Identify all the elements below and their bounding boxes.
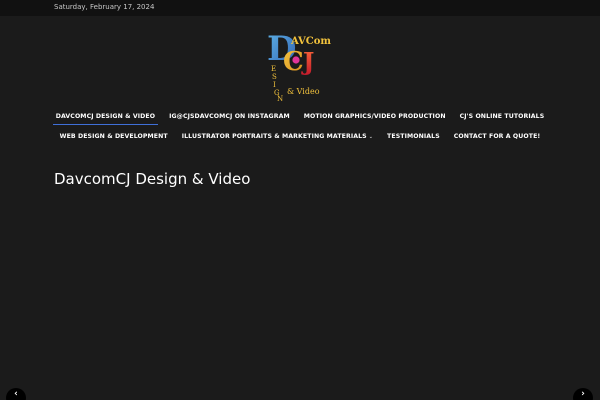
svg-text:S: S xyxy=(272,73,277,81)
current-date: Saturday, February 17, 2024 xyxy=(54,3,155,11)
davcom-logo-icon: D C J AVCom E S I G N & Video xyxy=(267,29,331,102)
chevron-down-icon: ⌄ xyxy=(368,134,374,140)
nav-item-web-design[interactable]: WEB DESIGN & DEVELOPMENT xyxy=(53,130,175,145)
svg-text:I: I xyxy=(273,81,276,89)
nav-item-illustrator-portraits[interactable]: ILLUSTRATOR PORTRAITS & MARKETING MATERI… xyxy=(175,130,380,145)
slider-next-button[interactable]: › xyxy=(573,388,593,400)
svg-text:N: N xyxy=(277,95,283,102)
nav-item-instagram[interactable]: IG@CJSDAVCOMCJ ON INSTAGRAM xyxy=(162,110,297,125)
svg-text:E: E xyxy=(271,65,276,73)
top-bar: Saturday, February 17, 2024 xyxy=(0,0,600,16)
main-nav-row-1: DAVCOMCJ DESIGN & VIDEO IG@CJSDAVCOMCJ O… xyxy=(0,110,600,125)
slider-prev-button[interactable]: ‹ xyxy=(6,388,26,400)
main-nav-row-2: WEB DESIGN & DEVELOPMENT ILLUSTRATOR POR… xyxy=(0,130,600,145)
nav-item-contact-quote[interactable]: CONTACT FOR A QUOTE! xyxy=(447,130,548,145)
nav-item-motion-graphics[interactable]: MOTION GRAPHICS/VIDEO PRODUCTION xyxy=(297,110,453,125)
nav-item-online-tutorials[interactable]: CJ'S ONLINE TUTORIALS xyxy=(453,110,552,125)
nav-item-illustrator-portraits-label: ILLUSTRATOR PORTRAITS & MARKETING MATERI… xyxy=(181,133,367,140)
chevron-left-icon: ‹ xyxy=(14,389,18,399)
chevron-right-icon: › xyxy=(581,389,585,399)
nav-item-testimonials[interactable]: TESTIMONIALS xyxy=(380,130,447,145)
svg-text:& Video: & Video xyxy=(287,87,320,96)
nav-item-davcomcj-design-video[interactable]: DAVCOMCJ DESIGN & VIDEO xyxy=(49,110,162,125)
page-title: DavcomCJ Design & Video xyxy=(54,170,251,188)
svg-text:AVCom: AVCom xyxy=(290,36,331,47)
site-logo[interactable]: D C J AVCom E S I G N & Video xyxy=(263,26,337,102)
svg-text:J: J xyxy=(301,47,314,76)
